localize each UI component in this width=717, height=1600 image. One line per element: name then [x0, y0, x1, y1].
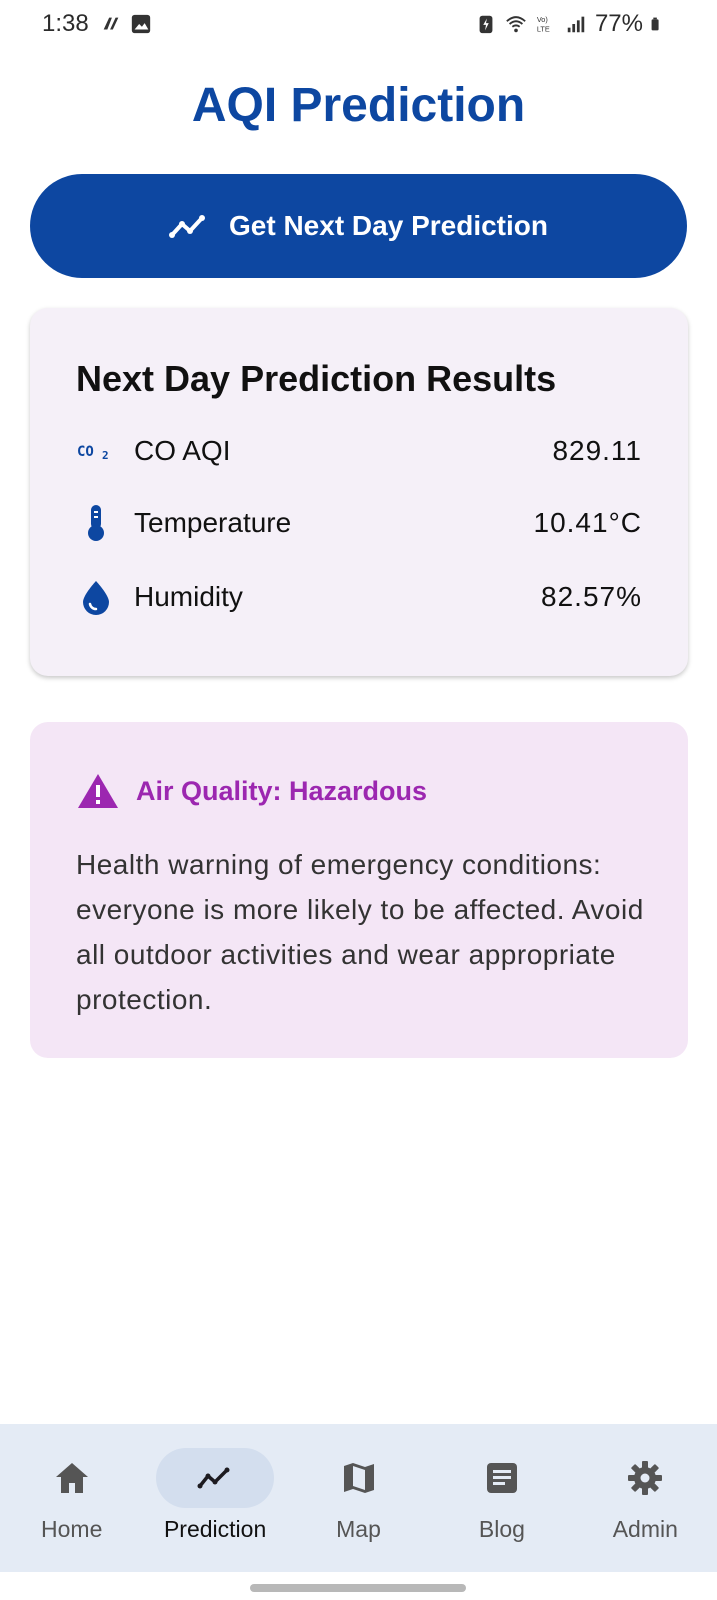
water-drop-icon [76, 577, 116, 617]
volte-icon: Vo)LTE [537, 15, 550, 33]
article-icon [484, 1460, 520, 1496]
warning-title: Air Quality: Hazardous [136, 775, 428, 806]
svg-text:LTE: LTE [537, 24, 550, 33]
status-time: 1:38 [42, 10, 89, 37]
gallery-icon [131, 14, 151, 34]
result-label: CO AQI [134, 435, 231, 466]
page-title: AQI Prediction [191, 79, 526, 132]
nav-label: Prediction [163, 1516, 267, 1542]
status-notification-icons [100, 13, 152, 35]
map-icon [341, 1460, 377, 1496]
result-row-humidity: Humidity 82.57% [76, 572, 642, 622]
nav-item-home[interactable]: Home [0, 1424, 143, 1572]
prediction-results-card: Next Day Prediction Results CO 2 CO AQI … [30, 308, 688, 676]
air-quality-warning-card: Air Quality: Hazardous Health warning of… [30, 722, 688, 1058]
status-system-icons: Vo) LTE 77% [475, 10, 665, 38]
result-label: Humidity [134, 581, 243, 612]
result-value: 10.41°C [533, 507, 642, 538]
trending-icon [169, 215, 205, 238]
battery-percent: 77% [594, 10, 643, 37]
nav-item-admin[interactable]: Admin [574, 1424, 717, 1572]
trending-icon [197, 1460, 233, 1496]
svg-text:2: 2 [102, 449, 109, 462]
home-icon [54, 1460, 90, 1496]
nav-item-map[interactable]: Map [287, 1424, 430, 1572]
warning-header: Air Quality: Hazardous [76, 772, 427, 810]
nav-label: Admin [612, 1516, 678, 1542]
warning-message: Health warning of emergency conditions: … [76, 849, 644, 1015]
nav-label: Home [41, 1516, 103, 1542]
warning-icon [78, 774, 118, 808]
get-prediction-label: Get Next Day Prediction [229, 210, 548, 241]
result-value: 829.11 [552, 435, 642, 466]
gesture-bar[interactable] [250, 1584, 466, 1592]
result-value: 82.57% [541, 581, 642, 612]
results-title: Next Day Prediction Results [76, 358, 557, 399]
app-notification-icon [103, 17, 119, 30]
battery-icon [651, 17, 659, 31]
thermometer-icon [76, 503, 116, 543]
get-prediction-button[interactable]: Get Next Day Prediction [30, 174, 687, 278]
nav-label: Blog [478, 1516, 525, 1542]
nav-label: Map [336, 1516, 381, 1542]
result-label: Temperature [134, 507, 292, 538]
nav-item-blog[interactable]: Blog [430, 1424, 573, 1572]
bottom-navigation: Home Prediction Map Blog Admin [0, 1424, 717, 1572]
battery-saver-icon [479, 15, 493, 34]
result-row-co-aqi: CO 2 CO AQI 829.11 [76, 426, 642, 476]
status-bar: 1:38 Vo) LTE 77% [0, 0, 717, 48]
svg-text:Vo): Vo) [537, 15, 548, 24]
nav-item-prediction[interactable]: Prediction [143, 1424, 286, 1572]
result-row-temperature: Temperature 10.41°C [76, 498, 642, 548]
gear-icon [627, 1460, 663, 1496]
co2-icon: CO 2 [76, 431, 116, 471]
svg-text:CO: CO [77, 444, 94, 460]
wifi-icon [506, 16, 526, 33]
signal-icon [567, 16, 585, 33]
